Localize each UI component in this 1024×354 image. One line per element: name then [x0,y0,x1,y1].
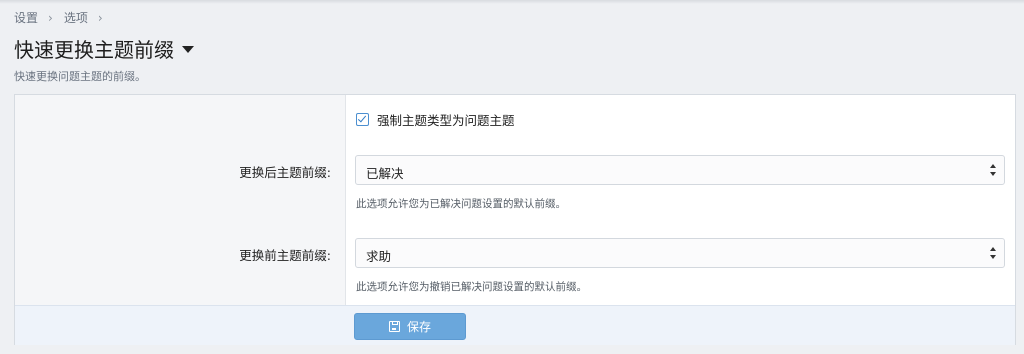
breadcrumb-separator: › [48,10,53,25]
page-title[interactable]: 快速更换主题前缀 [14,34,194,63]
options-panel: 更换后主题前缀: 更换前主题前缀: 强制主题类型为问题主题 已解决 此选项允许您… [14,94,1016,345]
before-prefix-hint: 此选项允许您为撤销已解决问题设置的默认前缀。 [356,281,587,293]
force-type-label[interactable]: 强制主题类型为问题主题 [377,110,515,129]
before-prefix-value: 求助 [366,249,392,264]
after-prefix-select[interactable]: 已解决 [355,155,1005,185]
save-button[interactable]: 保存 [354,313,466,340]
top-shadow [0,0,1024,4]
form-footer: 保存 [15,305,1015,345]
save-button-label: 保存 [406,320,431,334]
breadcrumb-item-options[interactable]: 选项 [64,9,88,26]
after-prefix-hint: 此选项允许您为已解决问题设置的默认前缀。 [356,198,566,210]
breadcrumb-separator: › [97,10,103,25]
label-column: 更换后主题前缀: 更换前主题前缀: [15,95,346,305]
save-icon [388,321,400,332]
caret-down-icon[interactable] [182,46,194,53]
before-prefix-label: 更换前主题前缀: [239,248,331,263]
after-prefix-value: 已解决 [366,166,404,181]
page-description: 快速更换问题主题的前缀。 [14,70,146,83]
before-prefix-select[interactable]: 求助 [355,238,1005,268]
breadcrumb: 设置 › 选项 › [14,9,114,26]
select-arrows-icon [990,164,997,176]
force-type-checkbox-row[interactable]: 强制主题类型为问题主题 [356,110,515,129]
force-type-checkbox[interactable] [356,113,369,126]
select-arrows-icon [990,247,997,259]
breadcrumb-item-settings[interactable]: 设置 [14,9,38,26]
page-title-text: 快速更换主题前缀 [14,38,174,62]
after-prefix-label: 更换后主题前缀: [239,165,331,180]
